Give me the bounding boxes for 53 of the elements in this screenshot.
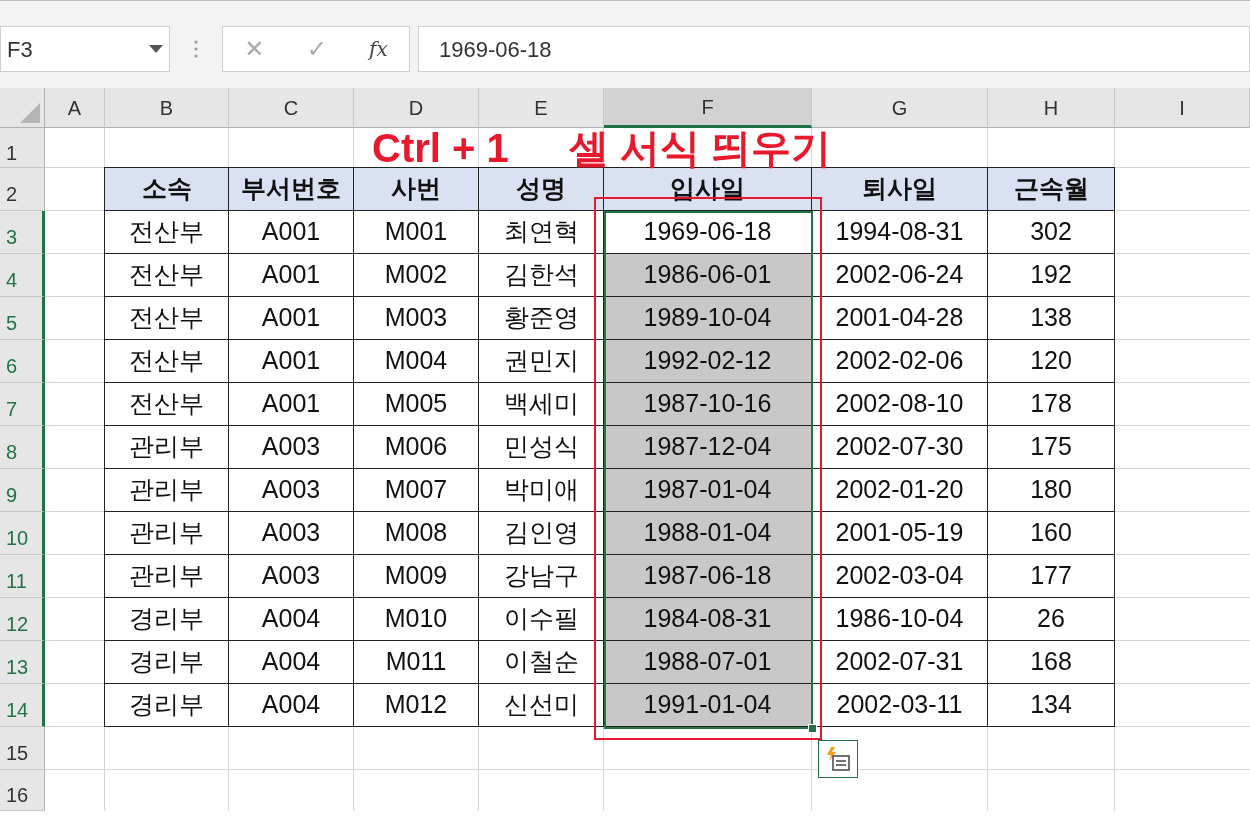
column-header[interactable]: I xyxy=(1115,88,1250,128)
row-header[interactable]: 11 xyxy=(0,555,45,598)
table-cell[interactable]: 1988-07-01 xyxy=(603,640,812,684)
row-header[interactable]: 7 xyxy=(0,383,45,426)
table-cell[interactable]: 1987-12-04 xyxy=(603,425,812,469)
column-header[interactable]: C xyxy=(229,88,354,128)
table-cell[interactable]: 134 xyxy=(987,683,1115,727)
row-header[interactable]: 16 xyxy=(0,770,45,811)
row-header[interactable]: 3 xyxy=(0,211,45,254)
column-header[interactable]: G xyxy=(812,88,988,128)
row-header[interactable]: 6 xyxy=(0,340,45,383)
column-header[interactable]: E xyxy=(479,88,604,128)
quick-analysis-icon[interactable] xyxy=(825,746,851,772)
table-cell[interactable]: 1986-06-01 xyxy=(603,253,812,297)
header-cell: 사번 xyxy=(353,167,479,211)
table-cell[interactable]: 1987-01-04 xyxy=(603,468,812,512)
header-cell: 소속 xyxy=(104,167,229,211)
header-cell: 부서번호 xyxy=(228,167,354,211)
row-header[interactable]: 9 xyxy=(0,469,45,512)
table-cell[interactable]: 1988-01-04 xyxy=(603,511,812,555)
table-cell[interactable]: 1992-02-12 xyxy=(603,339,812,383)
row-header[interactable]: 5 xyxy=(0,297,45,340)
caption-text: 셀 서식 띄우기 xyxy=(568,128,831,168)
formula-input[interactable]: 1969-06-18 xyxy=(418,26,1250,72)
row-header[interactable]: 12 xyxy=(0,598,45,641)
row-header[interactable]: 10 xyxy=(0,512,45,555)
fill-handle[interactable] xyxy=(808,724,817,733)
row-header[interactable]: 4 xyxy=(0,254,45,297)
insert-function-button[interactable]: fx xyxy=(369,34,388,64)
row-header[interactable]: 15 xyxy=(0,727,45,770)
table-cell[interactable]: 1989-10-04 xyxy=(603,296,812,340)
column-header[interactable]: F xyxy=(604,88,812,128)
quick-analysis-button[interactable] xyxy=(818,740,858,778)
caption-text: Ctrl + 1 xyxy=(372,128,509,168)
name-box[interactable]: F3 xyxy=(0,26,170,72)
row-header[interactable]: 14 xyxy=(0,684,45,727)
dropdown-icon[interactable] xyxy=(149,45,163,53)
table-cell[interactable]: 1987-06-18 xyxy=(603,554,812,598)
row-header[interactable]: 2 xyxy=(0,168,45,211)
column-header[interactable]: H xyxy=(988,88,1115,128)
row-header[interactable]: 1 xyxy=(0,128,45,168)
table-cell[interactable]: 1984-08-31 xyxy=(603,597,812,641)
table-cell[interactable]: 1987-10-16 xyxy=(603,382,812,426)
drag-handle-icon[interactable] xyxy=(194,40,198,58)
table-cell[interactable]: 경리부 xyxy=(104,683,229,727)
row-header[interactable]: 8 xyxy=(0,426,45,469)
column-header[interactable]: A xyxy=(45,88,105,128)
table-cell[interactable]: 1991-01-04 xyxy=(603,683,812,727)
column-header[interactable]: B xyxy=(105,88,229,128)
row-header[interactable]: 13 xyxy=(0,641,45,684)
header-cell: 근속월 xyxy=(987,167,1115,211)
header-cell: 성명 xyxy=(478,167,604,211)
column-header[interactable]: D xyxy=(354,88,479,128)
